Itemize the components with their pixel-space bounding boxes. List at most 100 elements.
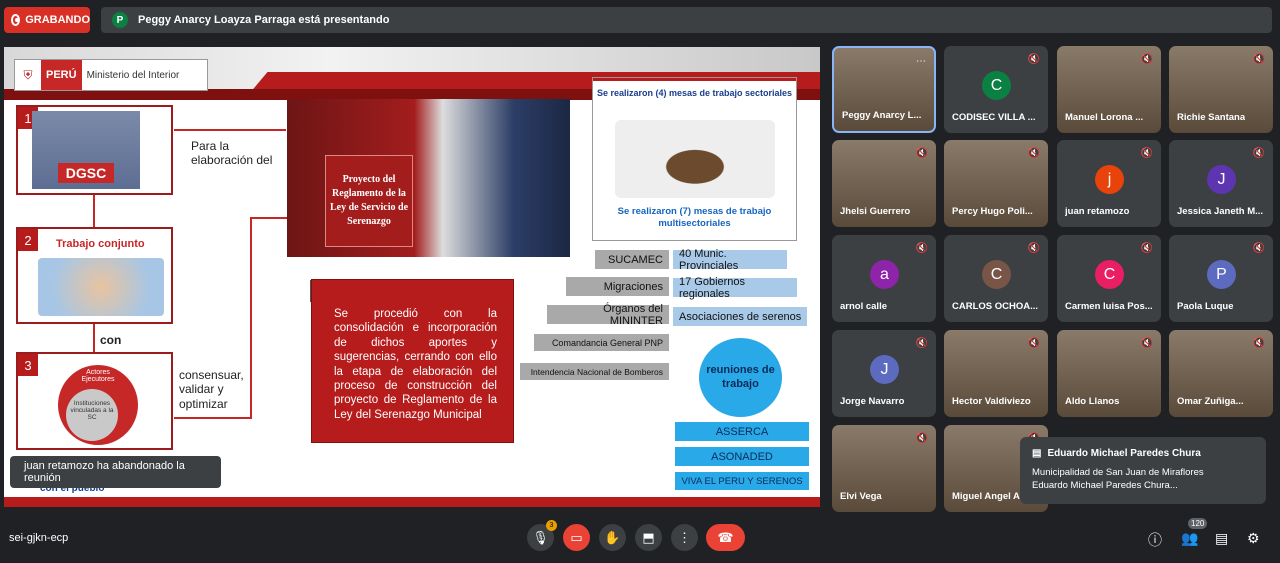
- step3-number: 3: [18, 354, 38, 376]
- blue-box: Asociaciones de serenos: [673, 307, 807, 326]
- country-label: PERÚ: [41, 60, 82, 90]
- participant-name: Jhelsi Guerrero: [840, 206, 911, 217]
- raise-hand-button[interactable]: ✋: [599, 524, 626, 551]
- con-text: con: [100, 333, 122, 347]
- cyan-box: VIVA EL PERU Y SERENOS: [675, 472, 809, 490]
- meeting-code: sei-gjkn-ecp: [9, 532, 69, 544]
- participant-tile[interactable]: j 🔇 juan retamozo: [1057, 140, 1161, 227]
- participant-tile[interactable]: 🔇 Percy Hugo Poli...: [944, 140, 1048, 227]
- mic-muted-icon: 🔇: [1027, 243, 1040, 254]
- participant-avatar: a: [870, 260, 899, 289]
- participant-tile[interactable]: J 🔇 Jorge Navarro: [832, 330, 936, 417]
- people-icon[interactable]: 👥: [1181, 530, 1198, 547]
- notification-line2: Eduardo Michael Paredes Chura...: [1032, 480, 1178, 492]
- step4-bottom-text: Se realizaron (7) mesas de trabajo multi…: [617, 206, 772, 230]
- activities-icon[interactable]: ⚙: [1247, 530, 1260, 547]
- participant-avatar: J: [1207, 165, 1236, 194]
- gray-box: SUCAMEC: [595, 250, 669, 269]
- para-text: Para la elaboración del: [191, 139, 273, 168]
- more-options-button[interactable]: ⋮: [671, 524, 698, 551]
- dgsc-label: DGSC: [57, 163, 115, 183]
- step2-number: 2: [18, 229, 38, 251]
- more-vert-icon: ⋮: [678, 529, 691, 545]
- participant-name: Jessica Janeth M...: [1177, 206, 1264, 217]
- camera-off-icon: ▭: [570, 529, 583, 545]
- participant-tile[interactable]: 🔇 Elvi Vega: [832, 425, 936, 512]
- participant-name: Elvi Vega: [840, 491, 882, 502]
- participant-tile[interactable]: 🔇 Aldo Llanos: [1057, 330, 1161, 417]
- mic-muted-icon: 🔇: [915, 338, 928, 349]
- info-icon[interactable]: ⓘ: [1148, 530, 1162, 550]
- gray-box: Comandancia General PNP: [534, 334, 669, 351]
- mic-muted-icon: 🔇: [1027, 338, 1040, 349]
- participant-avatar: P: [1207, 260, 1236, 289]
- mic-off-icon: 🎙: [532, 529, 549, 545]
- mic-badge: 3: [546, 520, 557, 531]
- participant-avatar: C: [982, 260, 1011, 289]
- end-call-button[interactable]: ☎: [706, 524, 745, 551]
- cyan-box: ASSERCA: [675, 422, 809, 441]
- mic-muted-icon: 🔇: [1140, 148, 1153, 159]
- chat-notification[interactable]: ▤ Eduardo Michael Paredes Chura Municipal…: [1020, 437, 1266, 504]
- participant-avatar: j: [1095, 165, 1124, 194]
- gray-box: Intendencia Nacional de Bomberos: [520, 363, 669, 380]
- camera-button[interactable]: ▭: [563, 524, 590, 551]
- participant-avatar: J: [870, 355, 899, 384]
- mic-muted-icon: 🔇: [915, 433, 928, 444]
- participant-tile[interactable]: C 🔇 Carmen luisa Pos...: [1057, 235, 1161, 322]
- proyecto-image: Proyecto del Reglamento de la Ley de Ser…: [287, 99, 570, 257]
- arrow: [93, 324, 95, 352]
- arrow: [93, 195, 95, 227]
- arrow: [174, 129, 286, 131]
- people-count-badge: 120: [1188, 518, 1208, 529]
- participant-name: Miguel Angel A...: [952, 491, 1028, 502]
- participant-tile[interactable]: C 🔇 CODISEC VILLA ...: [944, 46, 1048, 133]
- participant-name: Manuel Lorona ...: [1065, 112, 1144, 123]
- reuniones-circle: reuniones de trabajo: [699, 338, 782, 417]
- participant-name: CODISEC VILLA ...: [952, 112, 1036, 123]
- presentation-slide: ⛨ PERÚ Ministerio del Interior 1 DGSC Para…: [4, 47, 820, 507]
- participant-name: Hector Valdiviezo: [952, 396, 1031, 407]
- chat-icon[interactable]: ▤: [1215, 530, 1228, 547]
- participant-tile[interactable]: J 🔇 Jessica Janeth M...: [1169, 140, 1273, 227]
- mic-muted-icon: 🔇: [1252, 148, 1265, 159]
- hands-image: [38, 258, 164, 316]
- participant-name: Paola Luque: [1177, 301, 1234, 312]
- arrow: [174, 417, 250, 419]
- mic-muted-icon: 🔇: [915, 148, 928, 159]
- participant-tile[interactable]: 🔇 Manuel Lorona ...: [1057, 46, 1161, 133]
- arrow: [250, 217, 252, 419]
- slide-footer-band: [4, 497, 820, 507]
- participant-name: Aldo Llanos: [1065, 396, 1120, 407]
- recording-label: GRABANDO: [25, 14, 90, 26]
- mic-muted-icon: 🔇: [1252, 338, 1265, 349]
- participant-tile[interactable]: 🔇 Hector Valdiviezo: [944, 330, 1048, 417]
- mic-muted-icon: 🔇: [1252, 54, 1265, 65]
- presenter-avatar: P: [112, 12, 128, 28]
- participant-name: Jorge Navarro: [840, 396, 905, 407]
- participant-name: juan retamozo: [1065, 206, 1130, 217]
- participant-name: Omar Zuñiga...: [1177, 396, 1244, 407]
- recording-badge: GRABANDO: [4, 7, 90, 33]
- notification-line1: Municipalidad de San Juan de Miraflores: [1032, 467, 1204, 478]
- participant-avatar: C: [1095, 260, 1124, 289]
- participant-tile[interactable]: 🔇 Omar Zuñiga...: [1169, 330, 1273, 417]
- participant-tile[interactable]: a 🔇 arnol calle: [832, 235, 936, 322]
- step4-top-text: Se realizaron (4) mesas de trabajo secto…: [593, 78, 796, 98]
- mic-muted-icon: 🔇: [1140, 54, 1153, 65]
- participant-name: Richie Santana: [1177, 112, 1246, 123]
- present-button[interactable]: ⬒: [635, 524, 662, 551]
- mic-muted-icon: 🔇: [1027, 148, 1040, 159]
- participant-tile[interactable]: P 🔇 Paola Luque: [1169, 235, 1273, 322]
- participant-tile[interactable]: 🔇 Jhelsi Guerrero: [832, 140, 936, 227]
- instituciones-label: Instituciones vinculadas a la SC: [70, 400, 114, 421]
- chat-icon: ▤: [1032, 448, 1042, 459]
- blue-box: 40 Munic. Provinciales: [673, 248, 787, 272]
- gray-box: Órganos del MININTER: [547, 303, 669, 327]
- step5-text: Se procedió con la consolidación e incor…: [311, 279, 514, 443]
- participant-tile[interactable]: C 🔇 CARLOS OCHOA...: [944, 235, 1048, 322]
- more-icon: ⋯: [916, 56, 926, 67]
- participant-tile[interactable]: ⋯ Peggy Anarcy L...: [832, 46, 936, 133]
- meeting-table-image: [615, 120, 775, 198]
- participant-tile[interactable]: 🔇 Richie Santana: [1169, 46, 1273, 133]
